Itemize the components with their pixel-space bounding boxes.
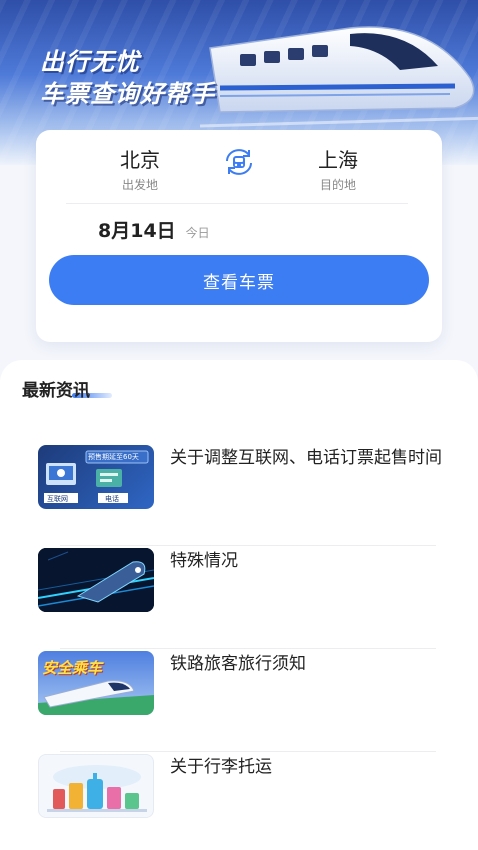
departure-station[interactable]: 北京 出发地 xyxy=(90,144,190,193)
card-divider xyxy=(66,203,408,204)
news-separator xyxy=(60,648,436,649)
night-train-thumb xyxy=(38,548,154,612)
hero-slogan-line2: 车票查询好帮手 xyxy=(40,80,215,108)
night-train-icon xyxy=(38,548,154,612)
swap-train-icon xyxy=(226,149,252,175)
news-item[interactable]: 预售期延至60天 互联网 电话 关于调整互联网、电话订票起售时间 xyxy=(38,445,442,547)
safe-ride-caption: 安全乘车 xyxy=(42,659,103,677)
news-item[interactable]: 安全乘车 铁路旅客旅行须知 xyxy=(38,651,438,753)
view-tickets-button[interactable]: 查看车票 xyxy=(49,255,429,305)
luggage-icon xyxy=(47,765,147,812)
news-section-title: 最新资讯 xyxy=(22,381,90,401)
departure-label: 出发地 xyxy=(121,178,158,192)
news-item-title: 关于调整互联网、电话订票起售时间 xyxy=(170,448,442,468)
arrival-label: 目的地 xyxy=(319,178,356,192)
travel-date: 8月14日 xyxy=(98,220,176,242)
thumb-phone-caption: 电话 xyxy=(105,495,119,503)
arrival-station[interactable]: 上海 目的地 xyxy=(288,144,388,193)
news-separator xyxy=(60,751,436,752)
news-section: 最新资讯 预售期延至60天 互联网 电话 关于调整互联网、电话订票起售时间 特殊… xyxy=(0,360,478,850)
swap-stations-button[interactable] xyxy=(221,146,257,178)
today-tag: 今日 xyxy=(185,226,210,240)
news-item[interactable]: 特殊情况 xyxy=(38,548,438,650)
hero-slogan-line1: 出行无忧 xyxy=(40,48,140,76)
news-item-title: 关于行李托运 xyxy=(170,757,272,777)
news-separator xyxy=(60,545,436,546)
news-item[interactable]: 关于行李托运 xyxy=(38,754,438,850)
bullet-train-illustration xyxy=(200,26,478,128)
news-item-title: 特殊情况 xyxy=(170,551,238,571)
ticket-search-card: 北京 出发地 上海 目的地 8月14日 今日 查看车票 xyxy=(36,130,442,342)
ticket-presale-thumb: 预售期延至60天 互联网 电话 xyxy=(38,445,154,509)
departure-city: 北京 xyxy=(120,148,160,172)
luggage-thumb xyxy=(38,754,154,818)
news-item-title: 铁路旅客旅行须知 xyxy=(170,654,306,674)
date-selector[interactable]: 8月14日 今日 xyxy=(98,216,210,243)
thumb-internet-caption: 互联网 xyxy=(47,495,68,503)
safe-ride-thumb: 安全乘车 xyxy=(38,651,154,715)
arrival-city: 上海 xyxy=(318,148,358,172)
thumb-presale-caption: 预售期延至60天 xyxy=(88,453,139,461)
